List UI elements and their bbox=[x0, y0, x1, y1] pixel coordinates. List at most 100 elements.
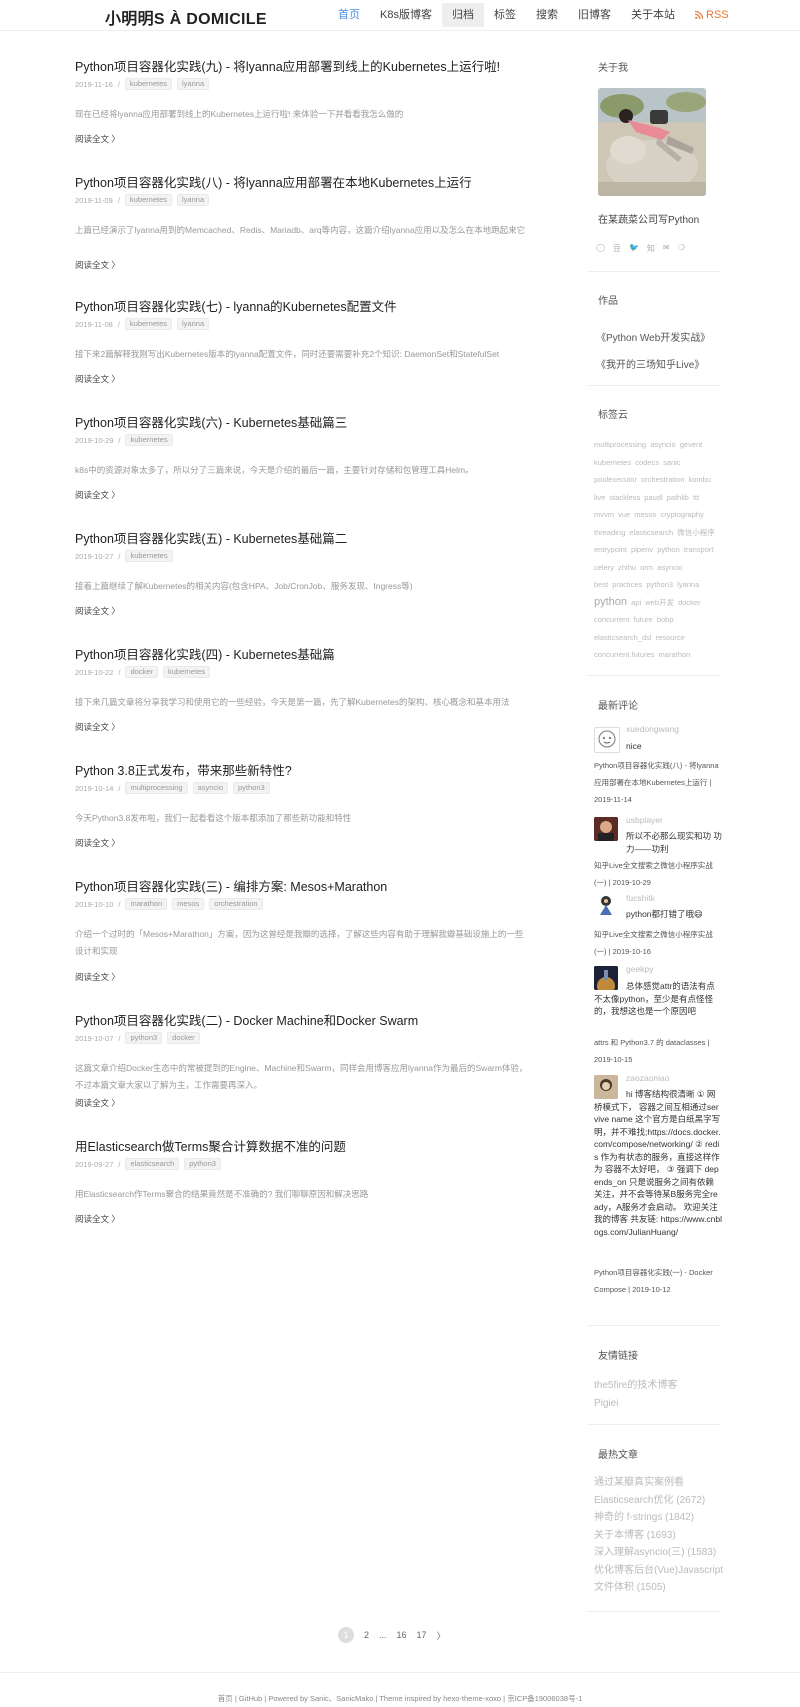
tag-link[interactable]: docker bbox=[678, 598, 701, 607]
popular-post-link[interactable]: 深入理解asyncio(三) (1583) bbox=[594, 1544, 728, 1562]
commenter-name[interactable]: zaozaoniao bbox=[626, 1073, 669, 1083]
post-title[interactable]: Python项目容器化实践(三) - 编排方案: Mesos+Marathon bbox=[75, 876, 387, 895]
post-title[interactable]: Python项目容器化实践(六) - Kubernetes基础篇三 bbox=[75, 412, 347, 431]
work-link[interactable]: 《我开的三场知乎Live》 bbox=[596, 356, 704, 371]
post-title[interactable]: Python项目容器化实践(七) - lyanna的Kubernetes配置文件 bbox=[75, 296, 397, 315]
nav-tags[interactable]: 标签 bbox=[484, 3, 526, 27]
nav-home[interactable]: 首页 bbox=[328, 3, 370, 27]
post-title[interactable]: Python项目容器化实践(八) - 将lyanna应用部署在本地Kuberne… bbox=[75, 172, 472, 191]
nav-old-blog[interactable]: 旧博客 bbox=[568, 3, 621, 27]
twitter-icon[interactable]: 🐦 bbox=[629, 243, 639, 254]
commenter-name[interactable]: usbplayer bbox=[626, 815, 663, 825]
friend-link[interactable]: the5fire的技术博客 bbox=[594, 1377, 677, 1395]
read-more-link[interactable]: 阅读全文 〉 bbox=[75, 373, 120, 385]
post-tag[interactable]: multiprocessing bbox=[125, 782, 188, 794]
post-title[interactable]: Python项目容器化实践(九) - 将lyanna应用部署到线上的Kubern… bbox=[75, 56, 500, 75]
read-more-link[interactable]: 阅读全文 〉 bbox=[75, 489, 120, 501]
tag-link[interactable]: ttt bbox=[693, 493, 699, 502]
page-link[interactable]: 2 bbox=[364, 1630, 369, 1640]
post-title[interactable]: Python 3.8正式发布，带来那些新特性? bbox=[75, 760, 292, 779]
tag-link[interactable]: gevent bbox=[680, 440, 703, 449]
read-more-link[interactable]: 阅读全文 〉 bbox=[75, 1097, 120, 1109]
page-link[interactable]: 17 bbox=[417, 1630, 427, 1640]
tag-link[interactable]: celery bbox=[594, 563, 614, 572]
post-tag[interactable]: kubernetes bbox=[162, 666, 211, 678]
post-tag[interactable]: kubernetes bbox=[124, 78, 173, 90]
zhihu-icon[interactable]: 知 bbox=[647, 243, 655, 254]
douban-icon[interactable]: 豆 bbox=[613, 243, 621, 254]
tag-link[interactable]: live bbox=[594, 493, 605, 502]
comment-post-link[interactable]: Python项目容器化实践(一) - Docker Compose | 2019… bbox=[594, 1264, 724, 1298]
nav-k8s-blog[interactable]: K8s版博客 bbox=[370, 3, 442, 27]
page-current[interactable]: 1 bbox=[338, 1627, 354, 1643]
popular-post-link[interactable]: 优化博客后台(Vue)Javascript文件体积 (1505) bbox=[594, 1562, 728, 1597]
tag-link[interactable]: orchestration bbox=[641, 475, 684, 484]
tag-link[interactable]: asyncio bbox=[657, 563, 682, 572]
tag-link[interactable]: lyanna bbox=[677, 580, 699, 589]
tag-link[interactable]: threading bbox=[594, 528, 625, 537]
post-tag[interactable]: python3 bbox=[184, 1158, 221, 1170]
work-link[interactable]: 《Python Web开发实战》 bbox=[596, 329, 710, 344]
tag-link[interactable]: python bbox=[594, 596, 627, 608]
commenter-name[interactable]: xuedongwang bbox=[626, 724, 679, 734]
tag-link[interactable]: kombu bbox=[689, 475, 712, 484]
tag-link[interactable]: stackless bbox=[609, 493, 640, 502]
read-more-link[interactable]: 阅读全文 〉 bbox=[75, 605, 120, 617]
post-tag[interactable]: elasticsearch bbox=[125, 1158, 180, 1170]
tag-link[interactable]: resource bbox=[656, 633, 685, 642]
post-tag[interactable]: lyanna bbox=[177, 318, 210, 330]
tag-link[interactable]: api bbox=[631, 598, 641, 607]
tag-link[interactable]: marathon bbox=[659, 650, 691, 659]
site-brand[interactable]: 小明明S À DOMICILE bbox=[105, 5, 267, 29]
weibo-icon[interactable]: ❍ bbox=[678, 243, 685, 254]
popular-post-link[interactable]: 神奇的 f-strings (1842) bbox=[594, 1509, 728, 1527]
comment-post-link[interactable]: Python项目容器化实践(八) - 将lyanna应用部署在本地Kuberne… bbox=[594, 757, 724, 808]
tag-link[interactable]: 微信小程序 bbox=[677, 528, 715, 537]
post-tag[interactable]: lyanna bbox=[177, 194, 210, 206]
popular-post-link[interactable]: 通过某瓣真实案例看Elasticsearch优化 (2672) bbox=[594, 1474, 728, 1509]
read-more-link[interactable]: 阅读全文 〉 bbox=[75, 837, 120, 849]
tag-link[interactable]: best practices bbox=[594, 580, 642, 589]
friend-link[interactable]: Pigiei bbox=[594, 1395, 618, 1413]
post-tag[interactable]: asyncio bbox=[192, 782, 229, 794]
tag-link[interactable]: bobp bbox=[657, 615, 674, 624]
tag-link[interactable]: zhihu bbox=[618, 563, 636, 572]
github-icon[interactable]: ◯ bbox=[596, 243, 605, 254]
post-tag[interactable]: python3 bbox=[125, 1032, 163, 1044]
post-tag[interactable]: marathon bbox=[125, 898, 168, 910]
tag-link[interactable]: elasticsearch bbox=[629, 528, 673, 537]
tag-link[interactable]: future bbox=[634, 615, 653, 624]
post-title[interactable]: 用Elasticsearch做Terms聚合计算数据不准的问题 bbox=[75, 1136, 346, 1155]
tag-link[interactable]: python3 bbox=[646, 580, 673, 589]
post-tag[interactable]: orchestration bbox=[209, 898, 263, 910]
post-tag[interactable]: docker bbox=[167, 1032, 200, 1044]
post-title[interactable]: Python项目容器化实践(五) - Kubernetes基础篇二 bbox=[75, 528, 347, 547]
nav-search[interactable]: 搜索 bbox=[526, 3, 568, 27]
tag-link[interactable]: elasticsearch_dsl bbox=[594, 633, 652, 642]
tag-link[interactable]: cryptography bbox=[660, 510, 703, 519]
tag-link[interactable]: poolexecutor bbox=[594, 475, 637, 484]
tag-link[interactable]: vue bbox=[618, 510, 630, 519]
tag-link[interactable]: transport bbox=[684, 545, 714, 554]
read-more-link[interactable]: 阅读全文 〉 bbox=[75, 259, 120, 271]
post-title[interactable]: Python项目容器化实践(二) - Docker Machine和Docker… bbox=[75, 1010, 418, 1029]
tag-link[interactable]: paudl bbox=[644, 493, 662, 502]
post-tag[interactable]: kubernetes bbox=[125, 550, 173, 562]
tag-link[interactable]: pipenv bbox=[631, 545, 653, 554]
post-tag[interactable]: mesos bbox=[172, 898, 205, 910]
tag-link[interactable]: web开发 bbox=[645, 598, 674, 607]
commenter-name[interactable]: fucshitk bbox=[626, 893, 655, 903]
tag-link[interactable]: orm bbox=[640, 563, 653, 572]
post-title[interactable]: Python项目容器化实践(四) - Kubernetes基础篇 bbox=[75, 644, 335, 663]
post-tag[interactable]: lyanna bbox=[177, 78, 210, 90]
nav-archive[interactable]: 归档 bbox=[441, 3, 484, 27]
post-tag[interactable]: docker bbox=[125, 666, 158, 678]
tag-link[interactable]: sanic bbox=[663, 458, 681, 467]
tag-link[interactable]: multiprocessing bbox=[594, 440, 646, 449]
read-more-link[interactable]: 阅读全文 〉 bbox=[75, 1213, 120, 1225]
tag-link[interactable]: pathlib bbox=[667, 493, 689, 502]
tag-link[interactable]: python bbox=[657, 545, 680, 554]
read-more-link[interactable]: 阅读全文 〉 bbox=[75, 721, 120, 733]
tag-link[interactable]: entrypoint bbox=[594, 545, 627, 554]
next-page-icon[interactable]: 〉 bbox=[437, 1629, 446, 1642]
